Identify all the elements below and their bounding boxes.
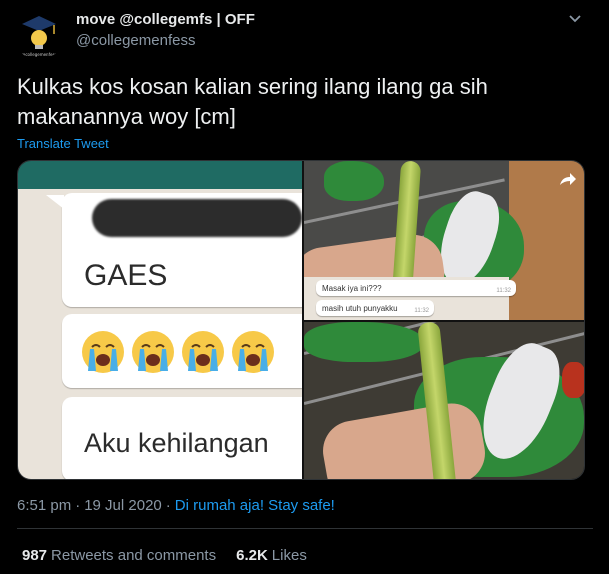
caption-time: 11:32	[414, 308, 429, 314]
crying-face-icon	[232, 331, 274, 373]
retweets-count: 987	[22, 547, 48, 564]
red-item	[562, 362, 584, 398]
media-image-chat[interactable]: GAES Aku kehilangan	[18, 161, 302, 479]
avatar[interactable]: @collegemenfess	[14, 10, 64, 60]
green-bag	[304, 322, 424, 362]
green-bag	[324, 161, 384, 201]
display-name-row[interactable]: move @collegemfs | OFF	[76, 11, 255, 28]
display-name[interactable]: move @collegemfs | OFF	[76, 11, 255, 28]
emoji-row	[80, 329, 276, 375]
share-arrow-icon[interactable]	[556, 169, 578, 191]
media-image-fridge-top[interactable]: Masak iya ini??? 11:32 masih utuh punyak…	[304, 161, 584, 320]
hand	[318, 398, 490, 479]
chevron-down-icon[interactable]	[567, 11, 583, 27]
tweet-meta: 6:51 pm · 19 Jul 2020 · Di rumah aja! St…	[17, 497, 335, 514]
retweets-label: Retweets and comments	[51, 547, 217, 564]
meta-separator: ·	[165, 497, 171, 514]
retweets-stat[interactable]: 987 Retweets and comments	[22, 547, 216, 564]
caption-bubble: Masak iya ini??? 11:32	[316, 280, 516, 296]
likes-stat[interactable]: 6.2K Likes	[236, 547, 307, 564]
caption-text: masih utuh punyakku	[322, 304, 398, 313]
user-handle[interactable]: @collegemenfess	[76, 32, 195, 49]
caption-text: Masak iya ini???	[322, 284, 382, 293]
crying-face-icon	[82, 331, 124, 373]
tweet-stats: 987 Retweets and comments 6.2K Likes	[22, 547, 307, 564]
caption-time: 11:32	[496, 288, 511, 294]
translate-tweet-link[interactable]: Translate Tweet	[17, 136, 109, 151]
crying-face-icon	[132, 331, 174, 373]
likes-count: 6.2K	[236, 547, 268, 564]
crying-face-icon	[182, 331, 224, 373]
chat-message-text: GAES	[84, 259, 168, 292]
chat-message-text: Aku kehilangan	[84, 428, 269, 458]
caption-bubble: masih utuh punyakku 11:32	[316, 300, 434, 316]
media-grid: GAES Aku kehilangan Masak iya ini??? 11:…	[17, 160, 585, 480]
redacted-name	[92, 199, 302, 237]
tweet-text: Kulkas kos kosan kalian sering ilang ila…	[17, 74, 488, 129]
chat-bubble-tail	[46, 195, 64, 209]
chat-header-bar	[18, 161, 302, 189]
tweet: @collegemenfess move @collegemfs | OFF @…	[0, 0, 609, 574]
tweet-source-link[interactable]: Di rumah aja! Stay safe!	[175, 497, 335, 514]
likes-label: Likes	[271, 547, 307, 564]
avatar-logo-icon: @collegemenfess	[14, 10, 64, 60]
meta-separator: ·	[75, 497, 81, 514]
divider	[17, 528, 593, 529]
media-image-fridge-bottom[interactable]	[304, 322, 584, 479]
avatar-text: @collegemenfess	[21, 52, 56, 57]
tweet-date[interactable]: 19 Jul 2020	[84, 497, 162, 514]
tweet-time[interactable]: 6:51 pm	[17, 497, 71, 514]
